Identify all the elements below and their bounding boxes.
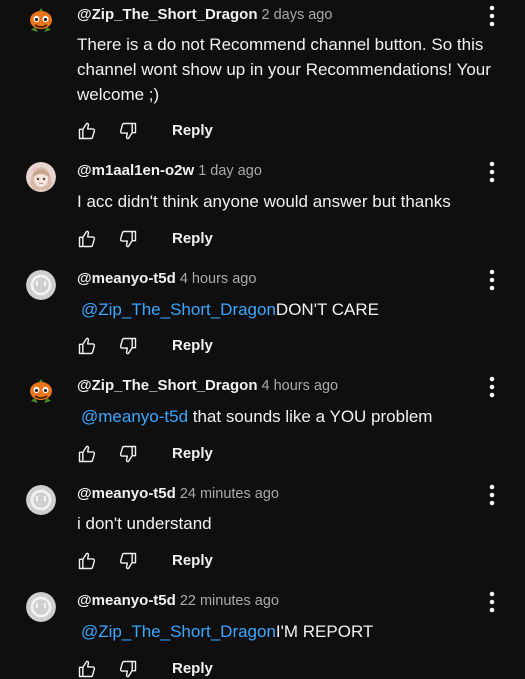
reply-button[interactable]: Reply	[172, 121, 213, 141]
mention-link[interactable]: @Zip_The_Short_Dragon	[81, 300, 276, 319]
thumbs-down-icon[interactable]	[118, 229, 138, 249]
mention-link[interactable]: @Zip_The_Short_Dragon	[81, 622, 276, 641]
face-avatar-icon	[26, 592, 56, 622]
pumpkin-avatar-icon	[26, 377, 56, 407]
comment-author[interactable]: @meanyo-t5d	[77, 592, 176, 609]
comment-text: @meanyo-t5d that sounds like a YOU probl…	[77, 404, 507, 429]
comment-header: @m1aal1en-o2w 1 day ago	[77, 161, 262, 181]
thumbs-up-icon[interactable]	[77, 121, 97, 141]
comment-text-content: that sounds like a YOU problem	[188, 407, 433, 426]
avatar[interactable]	[26, 377, 56, 407]
comment-time[interactable]: 1 day ago	[198, 163, 262, 179]
comment-text: I acc didn't think anyone would answer b…	[77, 189, 507, 214]
thumbs-down-icon[interactable]	[118, 551, 138, 571]
comment-time[interactable]: 4 hours ago	[180, 271, 257, 287]
comment-author[interactable]: @Zip_The_Short_Dragon	[77, 377, 257, 394]
comment-header: @meanyo-t5d 22 minutes ago	[77, 591, 279, 611]
more-vert-icon[interactable]	[484, 590, 500, 614]
comment-text-content: i don't understand	[77, 514, 212, 533]
comment-header: @Zip_The_Short_Dragon 2 days ago	[77, 5, 332, 25]
comment-text: @Zip_The_Short_DragonI'M REPORT	[77, 619, 507, 644]
thumbs-up-icon[interactable]	[77, 551, 97, 571]
comment-author[interactable]: @meanyo-t5d	[77, 485, 176, 502]
thumbs-down-icon[interactable]	[118, 659, 138, 679]
thumbs-up-icon[interactable]	[77, 444, 97, 464]
more-vert-icon[interactable]	[484, 375, 500, 399]
comment-text-content: There is a do not Recommend channel butt…	[77, 35, 491, 104]
thumbs-down-icon[interactable]	[118, 336, 138, 356]
face-avatar-icon	[26, 270, 56, 300]
comment-text-content: I acc didn't think anyone would answer b…	[77, 192, 451, 211]
thumbs-down-icon[interactable]	[118, 444, 138, 464]
avatar[interactable]	[26, 6, 56, 36]
comment-author[interactable]: @m1aal1en-o2w	[77, 162, 194, 179]
reply-button[interactable]: Reply	[172, 659, 213, 679]
comment-author[interactable]: @meanyo-t5d	[77, 270, 176, 287]
comment-time[interactable]: 24 minutes ago	[180, 486, 279, 502]
comment-text: There is a do not Recommend channel butt…	[77, 32, 507, 107]
thumbs-up-icon[interactable]	[77, 229, 97, 249]
comment-header: @meanyo-t5d 24 minutes ago	[77, 484, 279, 504]
reply-button[interactable]: Reply	[172, 229, 213, 249]
comment-header: @meanyo-t5d 4 hours ago	[77, 269, 256, 289]
comment-time[interactable]: 22 minutes ago	[180, 593, 279, 609]
avatar[interactable]	[26, 270, 56, 300]
avatar[interactable]	[26, 592, 56, 622]
mention-link[interactable]: @meanyo-t5d	[81, 407, 188, 426]
comment-text: i don't understand	[77, 511, 507, 536]
reply-button[interactable]: Reply	[172, 551, 213, 571]
thumbs-up-icon[interactable]	[77, 336, 97, 356]
more-vert-icon[interactable]	[484, 268, 500, 292]
thumbs-down-icon[interactable]	[118, 121, 138, 141]
comment-text-content: DON'T CARE	[275, 300, 379, 319]
comment-time[interactable]: 2 days ago	[261, 7, 332, 23]
comment-text-content: I'M REPORT	[275, 622, 374, 641]
comment-time[interactable]: 4 hours ago	[261, 378, 338, 394]
comment-header: @Zip_The_Short_Dragon 4 hours ago	[77, 376, 338, 396]
reply-button[interactable]: Reply	[172, 336, 213, 356]
reply-button[interactable]: Reply	[172, 444, 213, 464]
comment-text: @Zip_The_Short_DragonDON'T CARE	[77, 297, 507, 322]
thumbs-up-icon[interactable]	[77, 659, 97, 679]
anime-avatar-icon	[26, 162, 56, 192]
pumpkin-avatar-icon	[26, 6, 56, 36]
avatar[interactable]	[26, 485, 56, 515]
more-vert-icon[interactable]	[484, 160, 500, 184]
comment-author[interactable]: @Zip_The_Short_Dragon	[77, 6, 257, 23]
avatar[interactable]	[26, 162, 56, 192]
more-vert-icon[interactable]	[484, 4, 500, 28]
more-vert-icon[interactable]	[484, 483, 500, 507]
face-avatar-icon	[26, 485, 56, 515]
